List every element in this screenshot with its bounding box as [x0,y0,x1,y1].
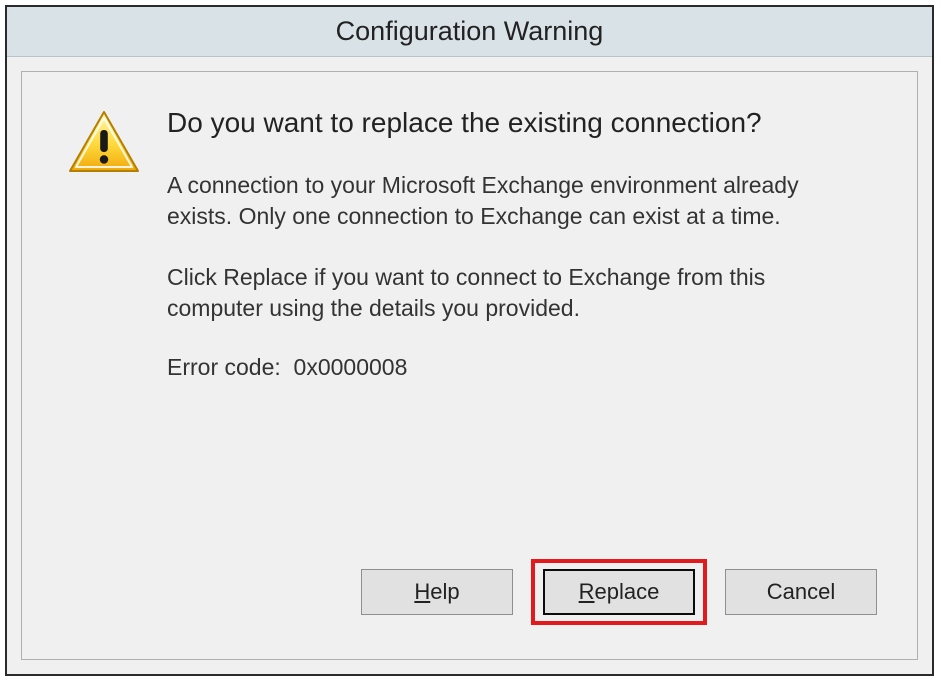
dialog-content-frame: Do you want to replace the existing conn… [21,71,918,660]
error-code: 0x0000008 [294,354,408,380]
title-bar: Configuration Warning [7,7,932,57]
dialog-error-line: Error code: 0x0000008 [167,354,867,381]
dialog-heading: Do you want to replace the existing conn… [167,104,867,142]
warning-icon [67,162,141,179]
dialog-title: Configuration Warning [336,16,604,47]
cancel-button-label: Cancel [767,579,835,605]
dialog-paragraph-2: Click Replace if you want to connect to … [167,262,867,324]
icon-column [62,104,162,539]
dialog-button-row: Help Replace Cancel [22,559,917,659]
dialog-window: Configuration Warning [5,5,934,676]
help-button[interactable]: Help [361,569,513,615]
error-label: Error code: [167,354,281,380]
dialog-paragraph-1: A connection to your Microsoft Exchange … [167,170,867,232]
dialog-body: Do you want to replace the existing conn… [22,72,917,559]
replace-button[interactable]: Replace [543,569,695,615]
cancel-button[interactable]: Cancel [725,569,877,615]
replace-button-rest: eplace [595,579,660,604]
text-column: Do you want to replace the existing conn… [162,104,877,539]
default-button-highlight: Replace [531,559,707,625]
help-button-rest: elp [430,579,459,604]
